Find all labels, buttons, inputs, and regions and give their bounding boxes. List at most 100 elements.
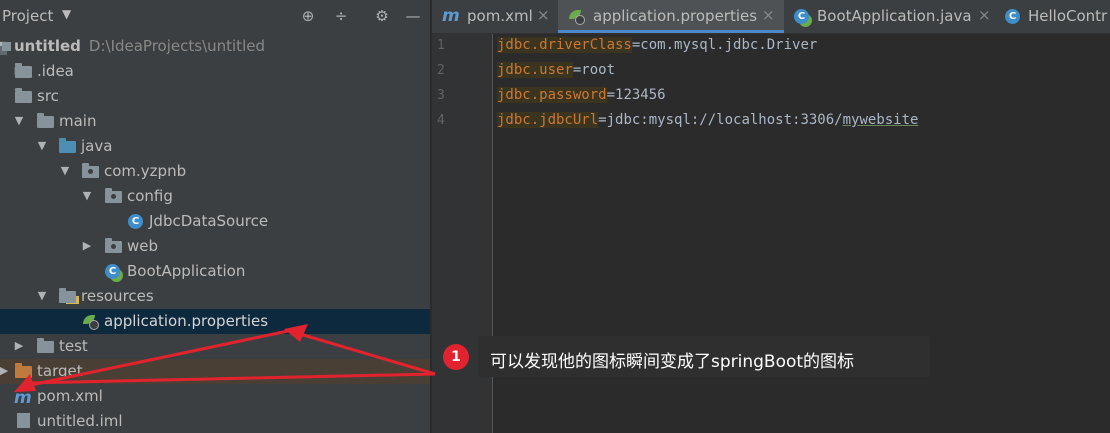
editor-tab-bar: m pom.xml × application.properties × C B… [432, 0, 1110, 34]
folder-icon [15, 88, 33, 105]
tab-label: HelloContr [1028, 7, 1108, 25]
spring-boot-class-icon: C [105, 263, 123, 280]
chevron-right-icon[interactable]: ▶ [13, 340, 25, 352]
project-panel-header: Project ▼ ⊕ ÷ ⚙ — [0, 0, 430, 33]
tree-item-label: java [81, 137, 113, 155]
tree-item-resources[interactable]: ▼ resources [0, 284, 430, 309]
tree-item-label: BootApplication [127, 262, 246, 280]
folder-icon [37, 113, 55, 130]
package-icon [105, 238, 123, 255]
tree-item-label: web [127, 237, 159, 255]
tab-application-properties[interactable]: application.properties × [558, 0, 784, 33]
tree-item-label: resources [81, 287, 154, 305]
code-line[interactable]: jdbc.password=123456 [497, 87, 666, 103]
tree-item-pom-xml[interactable]: m pom.xml [0, 384, 430, 409]
module-path: D:\IdeaProjects\untitled [88, 37, 265, 55]
tree-item-label: target [37, 362, 83, 380]
line-number: 2 [437, 63, 445, 78]
tree-item-untitled[interactable]: ▼ untitledD:\IdeaProjects\untitled [0, 34, 430, 59]
code-line[interactable]: jdbc.driverClass=com.mysql.jdbc.Driver [497, 37, 817, 53]
tree-item-web[interactable]: ▶ web [0, 234, 430, 259]
folder-icon [15, 63, 33, 80]
tree-item-idea[interactable]: ▶ .idea [0, 59, 430, 84]
resources-folder-icon [59, 288, 77, 305]
property-value-underlined: mywebsite [842, 112, 919, 128]
tab-pom-xml[interactable]: m pom.xml × [432, 0, 556, 33]
tree-item-test[interactable]: ▶ test [0, 334, 430, 359]
annotation-text: 可以发现他的图标瞬间变成了springBoot的图标 [490, 352, 855, 372]
package-icon [82, 163, 100, 180]
chevron-right-icon[interactable]: ▶ [81, 240, 93, 252]
project-panel: Project ▼ ⊕ ÷ ⚙ — ▼ untitled D:\IdeaProje… [0, 0, 430, 433]
chevron-down-icon[interactable]: ▼ [36, 140, 48, 152]
tree-item-label: src [37, 87, 59, 105]
tab-label: application.properties [593, 7, 758, 25]
project-view-selector[interactable]: Project [2, 7, 53, 25]
tab-bootapplication-java[interactable]: C BootApplication.java × [786, 0, 996, 33]
locate-icon[interactable]: ⊕ [299, 7, 317, 25]
maven-icon: m [442, 6, 460, 26]
tree-item-config[interactable]: ▼ config [0, 184, 430, 209]
tree-item-main[interactable]: ▼ main [0, 109, 430, 134]
close-icon[interactable]: × [537, 6, 550, 24]
excluded-folder-icon [15, 363, 33, 380]
line-number: 1 [437, 38, 445, 53]
tree-item-untitled-iml[interactable]: untitled.iml [0, 409, 430, 433]
tree-item-label: main [59, 112, 97, 130]
property-key: jdbc.password [497, 87, 607, 103]
tab-hellocontroller[interactable]: C HelloContr [998, 0, 1110, 33]
tree-item-application-properties[interactable]: application.properties [0, 309, 430, 334]
property-value: jdbc:mysql://localhost:3306/ [606, 112, 843, 128]
chevron-down-icon[interactable]: ▼ [59, 165, 71, 177]
tree-item-target[interactable]: ▶ target [0, 359, 430, 384]
maven-icon: m [14, 388, 32, 408]
code-line[interactable]: jdbc.user=root [497, 62, 615, 78]
property-value: root [581, 62, 616, 78]
chevron-down-icon[interactable]: ▼ [81, 190, 93, 202]
tree-item-label: JdbcDataSource [149, 212, 269, 230]
collapse-all-icon[interactable]: ÷ [332, 7, 350, 25]
equals-sign: = [598, 112, 607, 128]
gear-icon[interactable]: ⚙ [373, 7, 391, 25]
chevron-down-icon[interactable]: ▼ [36, 290, 48, 302]
module-name: untitled [14, 37, 81, 55]
tree-item-label: untitled.iml [37, 412, 123, 430]
tab-label: BootApplication.java [817, 7, 972, 25]
property-key: jdbc.jdbcUrl [497, 112, 599, 128]
property-key: jdbc.driverClass [497, 37, 632, 53]
iml-file-icon [15, 413, 33, 430]
line-number: 3 [437, 88, 445, 103]
tree-item-label: pom.xml [37, 387, 103, 405]
tree-item-java[interactable]: ▼ java [0, 134, 430, 159]
folder-icon [37, 338, 55, 355]
class-icon: C [1005, 8, 1023, 25]
spring-boot-class-icon: C [794, 8, 812, 25]
close-icon[interactable]: × [978, 6, 991, 24]
class-icon: C [128, 213, 146, 230]
source-folder-icon [59, 138, 77, 155]
tab-label: pom.xml [467, 7, 533, 25]
tree-item-src[interactable]: ▼ src [0, 84, 430, 109]
tree-item-label: test [59, 337, 88, 355]
line-number: 4 [437, 113, 445, 128]
property-value: com.mysql.jdbc.Driver [640, 37, 818, 53]
package-icon [105, 188, 123, 205]
property-key: jdbc.user [497, 62, 573, 78]
spring-boot-properties-icon [568, 8, 586, 25]
tree-item-label: application.properties [104, 312, 269, 330]
chevron-right-icon[interactable]: ▶ [0, 365, 10, 377]
annotation-number-badge: 1 [443, 344, 469, 370]
code-line[interactable]: jdbc.jdbcUrl=jdbc:mysql://localhost:3306… [497, 112, 918, 128]
chevron-down-icon[interactable]: ▼ [13, 115, 25, 127]
tree-item-label: .idea [37, 62, 74, 80]
tree-item-bootapplication[interactable]: C BootApplication [0, 259, 430, 284]
tree-item-com-yzpnb[interactable]: ▼ com.yzpnb [0, 159, 430, 184]
hide-panel-icon[interactable]: — [404, 7, 422, 25]
close-icon[interactable]: × [762, 6, 775, 24]
tree-item-label: com.yzpnb [104, 162, 187, 180]
tree-item-label: untitled D:\IdeaProjects\untitled [14, 37, 265, 55]
equals-sign: = [606, 87, 616, 103]
spring-boot-properties-icon [82, 313, 100, 330]
tree-item-jdbcdatasource[interactable]: C JdbcDataSource [0, 209, 430, 234]
chevron-down-icon[interactable]: ▼ [62, 7, 71, 21]
